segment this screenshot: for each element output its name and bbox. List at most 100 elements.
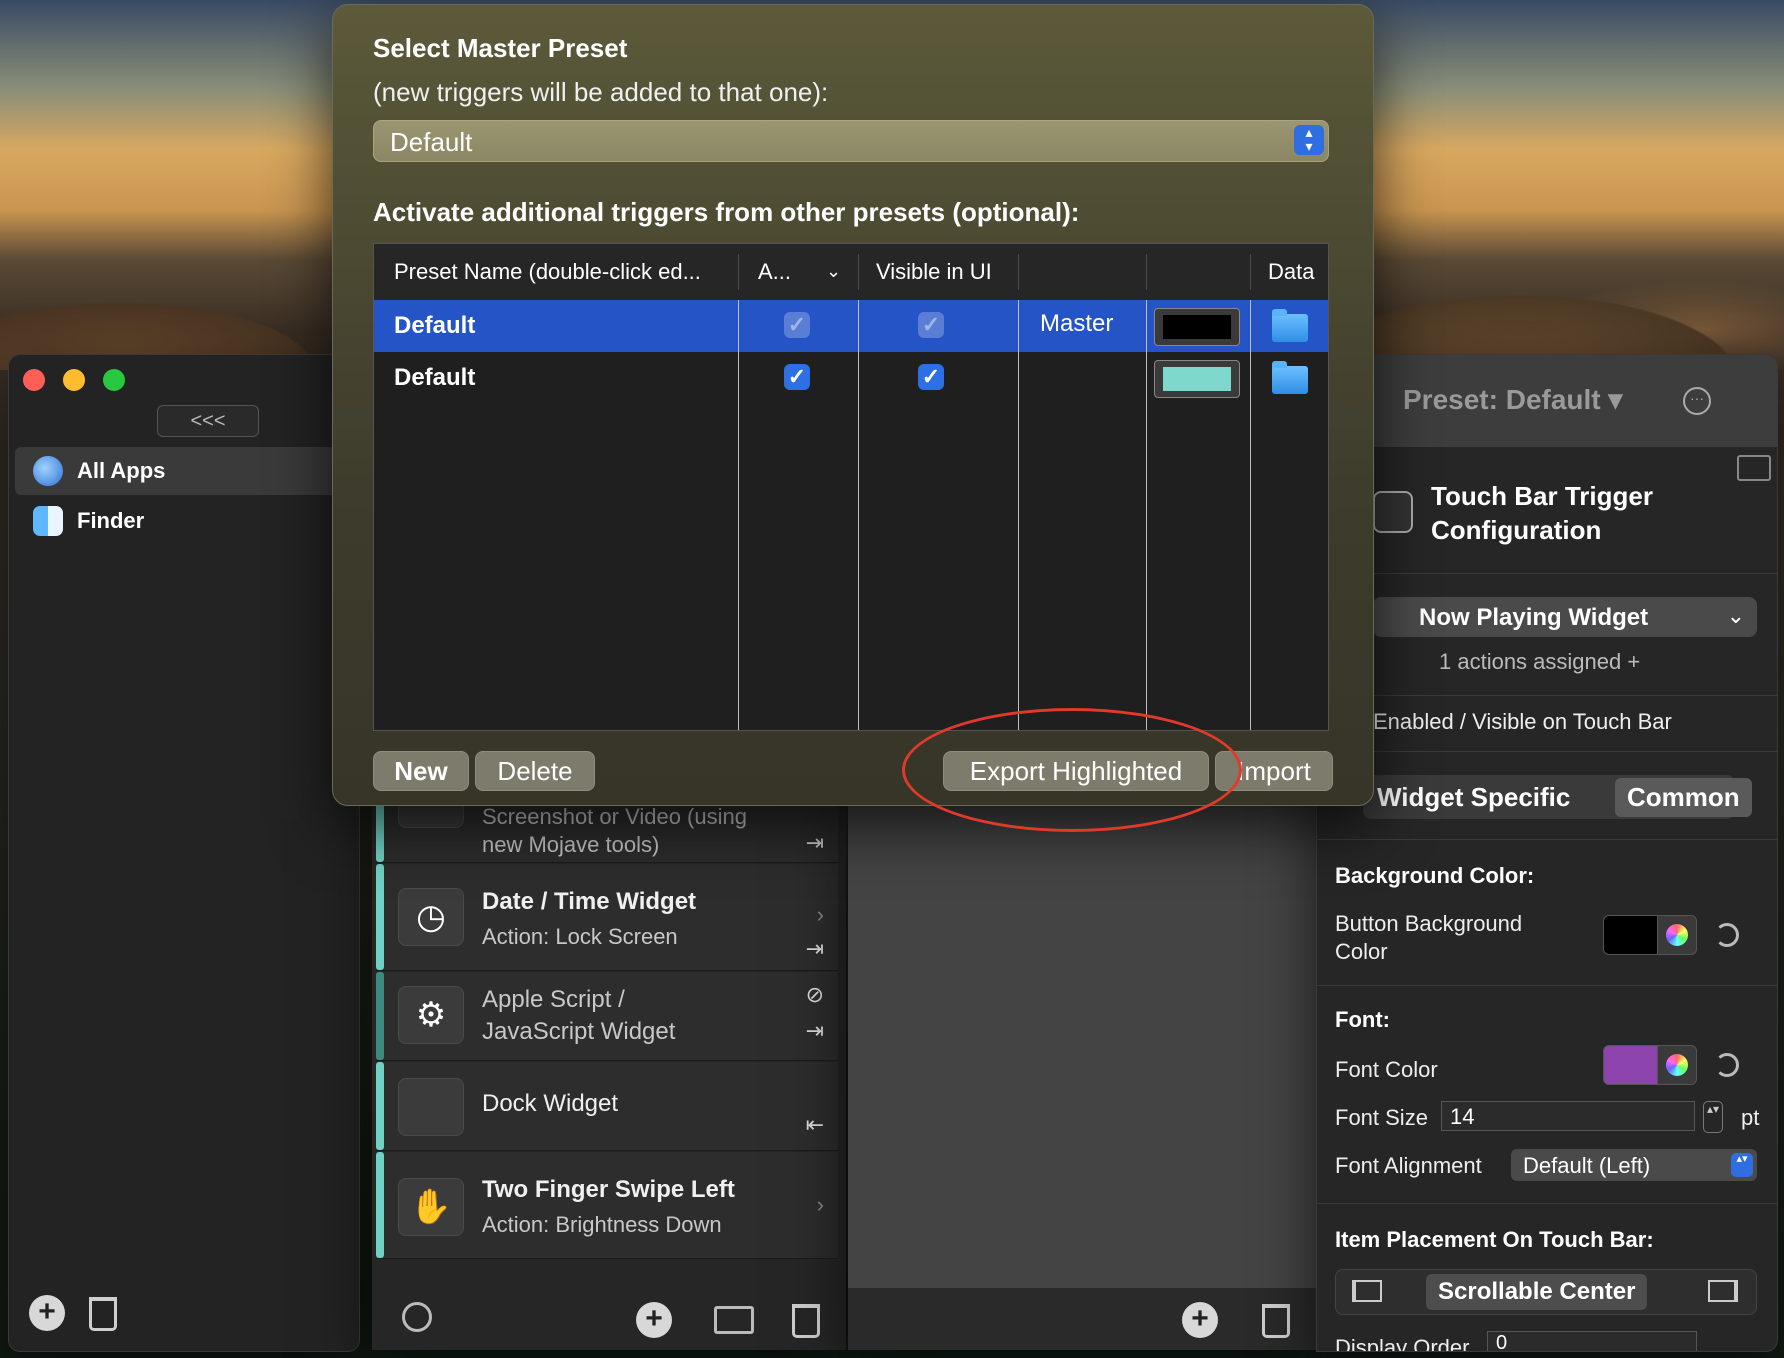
preset-name-cell: Default bbox=[394, 312, 476, 339]
reset-icon[interactable] bbox=[1715, 923, 1739, 947]
column-header-data[interactable]: Data bbox=[1268, 259, 1314, 285]
button-background-label-line2: Color bbox=[1335, 939, 1388, 964]
trigger-subtitle: Action: Brightness Down bbox=[482, 1212, 722, 1237]
font-size-stepper[interactable]: ▴▾ bbox=[1703, 1101, 1723, 1133]
font-size-unit: pt bbox=[1741, 1105, 1760, 1130]
list-item[interactable]: ⚙ Apple Script / JavaScript Widget ⊘ ⇥ bbox=[376, 972, 838, 1061]
move-to-touchbar-icon[interactable]: ⇥ bbox=[806, 830, 824, 856]
delete-preset-button[interactable]: Delete bbox=[475, 751, 595, 791]
font-alignment-dropdown[interactable]: Default (Left) ▴▾ bbox=[1511, 1149, 1757, 1181]
sidebar-item-finder[interactable]: Finder bbox=[15, 497, 345, 545]
up-down-chevron-icon: ▴▾ bbox=[1294, 125, 1324, 155]
column-header-active[interactable]: A... bbox=[758, 259, 791, 285]
delete-item-trash-icon[interactable] bbox=[1262, 1304, 1290, 1338]
list-item[interactable]: ◷ Date / Time Widget Action: Lock Screen… bbox=[376, 864, 838, 971]
chevron-right-icon: › bbox=[816, 902, 824, 927]
sidebar-item-label: Finder bbox=[77, 508, 145, 533]
divider bbox=[1317, 839, 1777, 840]
enabled-checkbox-label[interactable]: Enabled / Visible on Touch Bar bbox=[1373, 709, 1672, 735]
font-color-swatch[interactable] bbox=[1603, 1045, 1659, 1085]
touchbar-preview-pane: + bbox=[848, 800, 1316, 1350]
add-trigger-button[interactable]: + bbox=[636, 1302, 672, 1338]
window-layout-icon[interactable] bbox=[1737, 455, 1771, 481]
actions-assigned-link[interactable]: 1 actions assigned + bbox=[1439, 649, 1640, 675]
column-separator bbox=[1250, 254, 1251, 290]
master-preset-dropdown[interactable]: Default ▴ ▾ bbox=[373, 120, 1329, 162]
column-separator bbox=[738, 254, 739, 290]
folder-icon[interactable] bbox=[1272, 361, 1308, 394]
preset-selector[interactable]: Preset: Default ▾ bbox=[1403, 383, 1622, 416]
column-header-visible-in-ui[interactable]: Visible in UI bbox=[876, 259, 992, 285]
tab-common[interactable]: Common bbox=[1615, 778, 1752, 817]
trigger-subtitle: new Mojave tools) bbox=[482, 832, 660, 857]
placement-segmented-control: Scrollable Center bbox=[1335, 1269, 1757, 1315]
align-right-icon[interactable] bbox=[1708, 1280, 1738, 1302]
font-color-label: Font Color bbox=[1335, 1057, 1438, 1082]
preset-color-well[interactable] bbox=[1154, 360, 1240, 398]
list-item[interactable]: Screenshot or Video (using new Mojave to… bbox=[376, 800, 838, 863]
hand-icon: ✋ bbox=[398, 1178, 464, 1236]
font-heading: Font: bbox=[1335, 1007, 1390, 1032]
trigger-preview-icon bbox=[1373, 491, 1413, 533]
scrollable-center-segment[interactable]: Scrollable Center bbox=[1426, 1274, 1648, 1310]
column-separator bbox=[738, 300, 739, 730]
preview-toolbar: + bbox=[848, 1288, 1316, 1350]
inspector-header: Preset: Default ▾ ··· bbox=[1317, 355, 1777, 447]
table-header: Preset Name (double-click ed... A... ⌄ V… bbox=[374, 244, 1328, 301]
collapse-sidebar-button[interactable]: <<< bbox=[157, 405, 259, 437]
background-color-heading: Background Color: bbox=[1335, 863, 1535, 888]
column-separator bbox=[1146, 300, 1147, 730]
trigger-title: Dock Widget bbox=[482, 1090, 619, 1117]
reset-icon[interactable] bbox=[1715, 1053, 1739, 1077]
visible-checkbox[interactable]: ✓ bbox=[918, 312, 944, 338]
clock-icon: ◷ bbox=[398, 888, 464, 946]
active-checkbox[interactable]: ✓ bbox=[784, 312, 810, 338]
background-color-swatch[interactable] bbox=[1603, 915, 1659, 955]
active-checkbox[interactable]: ✓ bbox=[784, 364, 810, 390]
table-row[interactable]: Default ✓ ✓ Master bbox=[374, 300, 1328, 352]
delete-trigger-trash-icon[interactable] bbox=[792, 1304, 820, 1338]
column-header-preset-name[interactable]: Preset Name (double-click ed... bbox=[394, 259, 701, 285]
preset-color-well[interactable] bbox=[1154, 308, 1240, 346]
minimize-window-button[interactable] bbox=[63, 369, 85, 391]
font-size-input[interactable]: 14 bbox=[1441, 1101, 1695, 1131]
zoom-window-button[interactable] bbox=[103, 369, 125, 391]
add-item-button[interactable]: + bbox=[1182, 1302, 1218, 1338]
search-icon[interactable] bbox=[402, 1302, 432, 1332]
move-to-touchbar-icon[interactable]: ⇥ bbox=[806, 1018, 824, 1044]
trigger-list-toolbar: + bbox=[372, 1288, 846, 1350]
sidebar-item-all-apps[interactable]: All Apps bbox=[15, 447, 345, 495]
delete-app-trash-icon[interactable] bbox=[89, 1297, 117, 1331]
up-down-chevron-icon: ▴▾ bbox=[1731, 1153, 1753, 1177]
hidden-eye-icon[interactable]: ⊘ bbox=[806, 982, 824, 1008]
move-to-touchbar-icon[interactable]: ⇥ bbox=[806, 936, 824, 962]
move-to-left-icon[interactable]: ⇤ bbox=[806, 1112, 824, 1138]
new-preset-button[interactable]: New bbox=[373, 751, 469, 791]
globe-icon bbox=[33, 456, 63, 486]
config-title-line2: Configuration bbox=[1431, 515, 1602, 545]
trigger-type-dropdown[interactable]: Now Playing Widget ⌄ bbox=[1373, 597, 1757, 637]
visible-checkbox[interactable]: ✓ bbox=[918, 364, 944, 390]
close-window-button[interactable] bbox=[23, 369, 45, 391]
table-row[interactable]: Default ✓ ✓ bbox=[374, 352, 1328, 404]
placement-heading: Item Placement On Touch Bar: bbox=[1335, 1227, 1654, 1252]
list-item[interactable]: ✋ Two Finger Swipe Left Action: Brightne… bbox=[376, 1152, 838, 1259]
trigger-subtitle: JavaScript Widget bbox=[482, 1018, 676, 1045]
color-picker-icon[interactable] bbox=[1657, 1045, 1697, 1085]
align-left-icon[interactable] bbox=[1352, 1280, 1382, 1302]
trigger-color-bar bbox=[376, 1062, 384, 1150]
tab-widget-specific[interactable]: Widget Specific bbox=[1377, 782, 1570, 813]
list-item[interactable]: Dock Widget ⇤ bbox=[376, 1062, 838, 1151]
display-order-input[interactable]: 0 bbox=[1487, 1331, 1697, 1351]
new-folder-icon[interactable] bbox=[714, 1306, 754, 1334]
divider bbox=[1317, 573, 1777, 574]
dock-icon bbox=[398, 1078, 464, 1136]
color-picker-icon[interactable] bbox=[1657, 915, 1697, 955]
add-app-button[interactable]: + bbox=[29, 1295, 65, 1331]
preset-label: Preset: Default bbox=[1403, 384, 1601, 415]
trigger-color-bar bbox=[376, 1152, 384, 1258]
more-options-icon[interactable]: ··· bbox=[1683, 387, 1711, 415]
app-sidebar-window: <<< All Apps Finder + bbox=[8, 354, 360, 1352]
folder-icon[interactable] bbox=[1272, 309, 1308, 342]
trigger-color-bar bbox=[376, 800, 384, 862]
